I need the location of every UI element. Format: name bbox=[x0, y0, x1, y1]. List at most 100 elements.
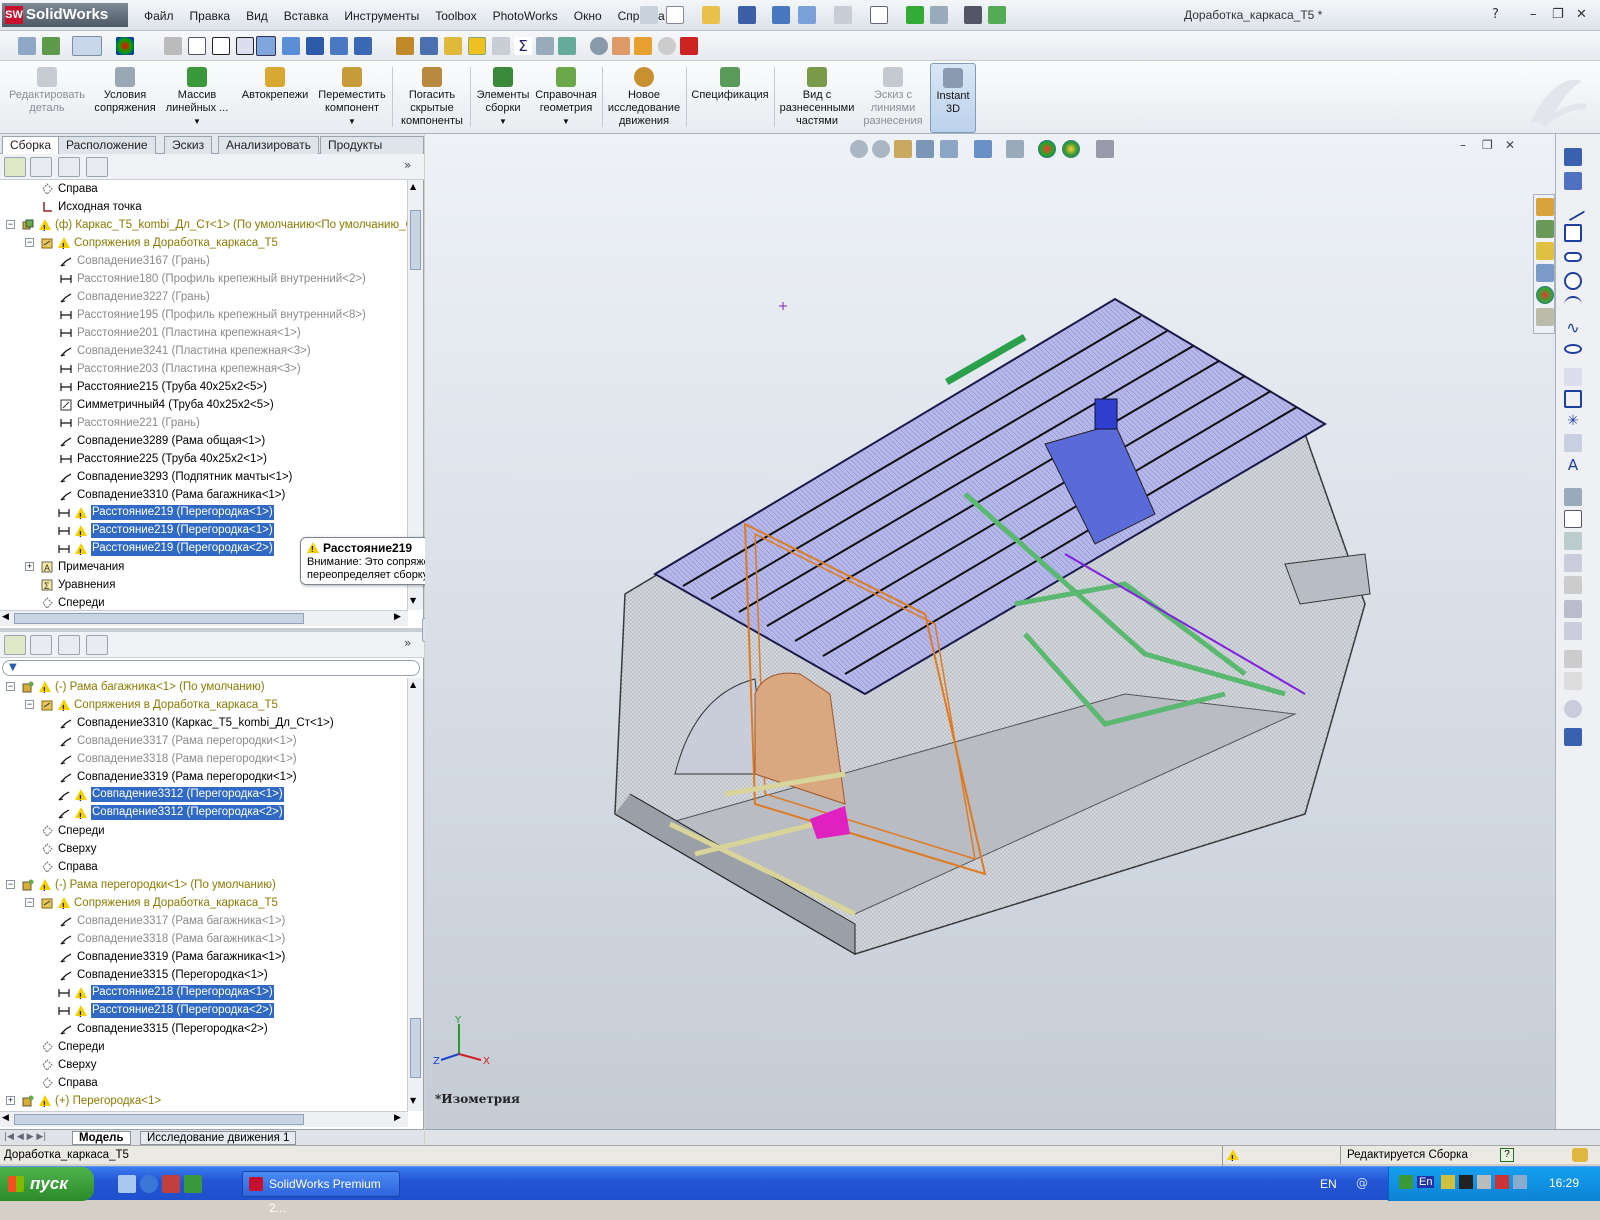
move-component-button[interactable]: Переместить компонент ▼ bbox=[316, 63, 388, 133]
quicklaunch-app-icon[interactable] bbox=[162, 1175, 180, 1193]
tree-node[interactable]: Совпадение3317 (Рама перегородки<1>) bbox=[0, 732, 408, 750]
scroll-right-icon[interactable]: ▶ bbox=[394, 612, 401, 622]
tree-node[interactable]: Справа bbox=[0, 1074, 408, 1092]
line-icon[interactable] bbox=[1560, 196, 1586, 222]
tree-node[interactable]: Совпадение3317 (Рама багажника<1>) bbox=[0, 912, 408, 930]
tree-node[interactable]: − (-) Рама перегородки<1> (По умолчанию) bbox=[0, 876, 408, 898]
tray-icon-2[interactable] bbox=[1441, 1175, 1455, 1189]
tab-layout[interactable]: Расположение bbox=[58, 136, 156, 154]
collapse-icon[interactable]: − bbox=[25, 898, 34, 907]
tray-icon-1[interactable] bbox=[1399, 1175, 1413, 1189]
menu-view[interactable]: Вид bbox=[238, 9, 276, 23]
expand-icon[interactable]: + bbox=[6, 1096, 15, 1105]
tab-evaluate[interactable]: Анализировать bbox=[218, 136, 319, 154]
tray-icon-4[interactable] bbox=[1477, 1175, 1491, 1189]
graphics-area[interactable]: – ❐ ✕ Y X Z *Изометрия bbox=[425, 134, 1555, 1129]
measure-icon[interactable] bbox=[396, 37, 414, 55]
shaded-edges-icon[interactable] bbox=[236, 37, 254, 55]
display-relations-icon[interactable] bbox=[1564, 650, 1582, 668]
select-tool-icon[interactable] bbox=[72, 36, 102, 56]
panel-splitter[interactable] bbox=[0, 628, 424, 632]
repair-sketch-icon[interactable] bbox=[1564, 672, 1582, 690]
quick-snaps-icon[interactable] bbox=[1564, 700, 1582, 718]
tree-node[interactable]: Сверху bbox=[0, 840, 408, 858]
menu-toolbox[interactable]: Toolbox bbox=[427, 9, 484, 23]
tree-node[interactable]: Совпадение3318 (Рама перегородки<1>) bbox=[0, 750, 408, 768]
hidden-lines-visible-icon[interactable] bbox=[188, 37, 206, 55]
sum-icon[interactable]: Σ bbox=[514, 37, 532, 55]
tree-node[interactable]: Совпадение3318 (Рама багажника<1>) bbox=[0, 930, 408, 948]
linear-sketch-pattern-icon[interactable] bbox=[1564, 600, 1582, 618]
tree-node[interactable]: Совпадение3315 (Перегородка<1>) bbox=[0, 966, 408, 984]
feature-manager-icon[interactable] bbox=[4, 157, 26, 177]
tree-node[interactable]: Совпадение3310 (Рама багажника<1>) bbox=[0, 486, 408, 504]
slot-icon[interactable] bbox=[1564, 252, 1582, 262]
quicklaunch-ie-icon[interactable] bbox=[140, 1175, 158, 1193]
tree-node[interactable]: Расстояние215 (Труба 40x25x2<5>) bbox=[0, 378, 408, 396]
tree-node[interactable]: Расстояние221 (Грань) bbox=[0, 414, 408, 432]
reference-geometry-button[interactable]: Справочная геометрия ▼ bbox=[534, 63, 598, 133]
horizontal-scrollbar-bottom[interactable]: ◀ ▶ bbox=[0, 1111, 408, 1127]
scroll-up-icon[interactable]: ▲ bbox=[410, 680, 416, 689]
tab-motion-study[interactable]: Исследование движения 1 bbox=[140, 1131, 297, 1145]
explode-line-sketch-button[interactable]: Эскиз с линиями разнесения bbox=[860, 63, 926, 133]
tab-office-products[interactable]: Продукты Office bbox=[320, 136, 424, 169]
tab-assembly[interactable]: Сборка bbox=[2, 136, 60, 155]
volume-icon[interactable] bbox=[1513, 1175, 1527, 1189]
plane-icon[interactable] bbox=[1564, 434, 1582, 452]
tree-node[interactable]: Совпадение3289 (Рама общая<1>) bbox=[0, 432, 408, 450]
tree-node[interactable]: + (+) Перегородка<1> bbox=[0, 1092, 408, 1111]
tree-node[interactable]: Расстояние218 (Перегородка<1>) bbox=[0, 984, 408, 1006]
perspective-icon[interactable] bbox=[282, 37, 300, 55]
tree-node[interactable]: Расстояние201 (Пластина крепежная<1>) bbox=[0, 324, 408, 342]
dimxpert-manager-icon[interactable] bbox=[86, 635, 108, 655]
collapse-icon[interactable]: − bbox=[6, 880, 15, 889]
tree-node[interactable]: Совпадение3293 (Подпятник мачты<1>) bbox=[0, 468, 408, 486]
simulation-icon[interactable] bbox=[612, 37, 630, 55]
language-indicator[interactable]: EN bbox=[1320, 1177, 1337, 1191]
tree-filter-field[interactable]: ▼ bbox=[2, 660, 420, 676]
tree-node[interactable]: Совпадение3315 (Перегородка<2>) bbox=[0, 1020, 408, 1038]
hidden-lines-removed-icon[interactable] bbox=[212, 37, 230, 55]
tree-node[interactable]: − Сопряжения в Доработка_каркаса_T5 bbox=[0, 696, 408, 718]
toolbar-icon-1[interactable] bbox=[18, 37, 36, 55]
scroll-thumb[interactable] bbox=[410, 210, 421, 270]
render-icon[interactable] bbox=[634, 37, 652, 55]
disabled-check-icon[interactable] bbox=[658, 37, 676, 55]
bill-of-materials-button[interactable]: Спецификация bbox=[690, 63, 770, 133]
file-properties-icon[interactable] bbox=[930, 6, 948, 24]
offset-entities-icon[interactable] bbox=[1564, 510, 1582, 528]
point-icon[interactable]: ✳ bbox=[1564, 412, 1582, 430]
ellipse-icon[interactable] bbox=[1564, 344, 1582, 354]
print-icon[interactable] bbox=[772, 6, 790, 24]
quicklaunch-desktop-icon[interactable] bbox=[118, 1175, 136, 1193]
tree-node[interactable]: Совпадение3167 (Грань) bbox=[0, 252, 408, 270]
menu-insert[interactable]: Вставка bbox=[276, 9, 337, 23]
tree-node[interactable]: Совпадение3241 (Пластина крепежная<3>) bbox=[0, 342, 408, 360]
vertical-scrollbar-bottom[interactable]: ▲ ▼ bbox=[407, 678, 423, 1111]
collapse-icon[interactable]: − bbox=[6, 220, 15, 229]
interference-icon[interactable] bbox=[444, 37, 462, 55]
wireframe-icon[interactable] bbox=[164, 37, 182, 55]
collapse-icon[interactable]: − bbox=[6, 682, 15, 691]
configuration-manager-icon[interactable] bbox=[58, 635, 80, 655]
tray-icon-3[interactable] bbox=[1459, 1175, 1473, 1189]
tree-node[interactable]: Совпадение3319 (Рама перегородки<1>) bbox=[0, 768, 408, 786]
clearance-icon[interactable] bbox=[536, 37, 554, 55]
expand-panel-icon[interactable]: » bbox=[404, 636, 411, 650]
hide-components-button[interactable]: Погасить скрытые компоненты bbox=[396, 63, 468, 133]
tree-node[interactable]: Совпадение3319 (Рама багажника<1>) bbox=[0, 948, 408, 966]
tab-sketch[interactable]: Эскиз bbox=[164, 136, 213, 154]
collapse-icon[interactable]: − bbox=[25, 700, 34, 709]
text-icon[interactable]: A bbox=[1564, 456, 1582, 474]
tree-node[interactable]: − (ф) Каркас_T5_kombi_Дл_Ст<1> (По умолча… bbox=[0, 216, 408, 238]
tab-nav-arrows[interactable]: |◀ ◀ ▶ ▶| bbox=[4, 1132, 46, 1142]
toolbar-icon-2[interactable] bbox=[42, 37, 60, 55]
tree-node[interactable]: Расстояние219 (Перегородка<1>) bbox=[0, 504, 408, 526]
tree-node[interactable]: Спереди bbox=[0, 822, 408, 840]
solidworks-logo[interactable]: SW SolidWorks bbox=[2, 3, 128, 27]
hscroll-thumb[interactable] bbox=[14, 1114, 304, 1125]
compare-icon[interactable] bbox=[558, 37, 576, 55]
tree-node[interactable]: − (-) Рама багажника<1> (По умолчанию) bbox=[0, 678, 408, 700]
edit-component-button[interactable]: Редактировать деталь bbox=[6, 63, 88, 133]
